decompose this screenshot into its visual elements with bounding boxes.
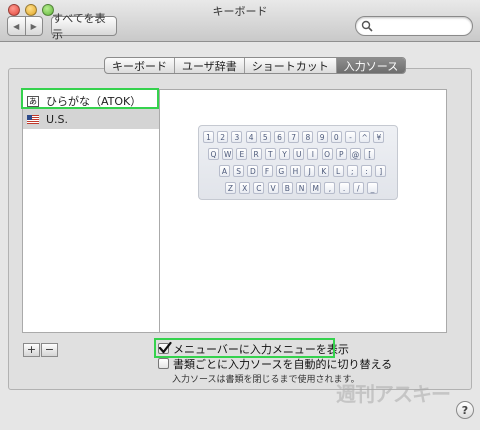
back-forward-control: ◀ ▶ <box>7 16 43 36</box>
keyboard-key: O <box>321 148 333 160</box>
tab-input-sources[interactable]: 入力ソース <box>335 58 406 73</box>
help-button[interactable]: ? <box>456 401 474 419</box>
keyboard-key: F <box>261 165 273 177</box>
keyboard-key: 3 <box>231 131 243 143</box>
keyboard-key: U <box>293 148 305 160</box>
keyboard-key: @ <box>350 148 361 160</box>
keyboard-key: T <box>264 148 276 160</box>
keyboard-key: S <box>233 165 245 177</box>
keyboard-key: 5 <box>259 131 271 143</box>
keyboard-key: C <box>253 182 265 194</box>
keyboard-key: V <box>267 182 279 194</box>
keyboard-layout-preview: 1 2 3 4 5 6 7 8 9 0- ^ ¥ Q W E R T Y U I O P @[ A S D F G H J K L;:] Z X C… <box>198 125 398 200</box>
keyboard-key: Y <box>279 148 290 160</box>
keyboard-key: I <box>307 148 319 160</box>
keyboard-key: ; <box>346 165 358 177</box>
keyboard-key: X <box>239 182 251 194</box>
list-item-us[interactable]: U.S. <box>23 109 159 129</box>
keyboard-key: P <box>335 148 347 160</box>
keyboard-key: A <box>219 165 230 177</box>
keyboard-key: : <box>361 165 372 177</box>
tab-bar: キーボード ユーザ辞書 ショートカット 入力ソース <box>104 57 407 74</box>
keyboard-key: J <box>304 165 316 177</box>
keyboard-key: [ <box>364 148 376 160</box>
keyboard-key: 0 <box>330 131 342 143</box>
tab-keyboard[interactable]: キーボード <box>105 58 174 73</box>
keyboard-key: L <box>332 165 344 177</box>
search-icon <box>361 20 373 32</box>
keyboard-key: 8 <box>302 131 314 143</box>
keyboard-key: B <box>281 182 293 194</box>
keyboard-key: D <box>247 165 259 177</box>
keyboard-key: M <box>310 182 322 194</box>
forward-arrow-icon[interactable]: ▶ <box>24 17 43 35</box>
title-bar: キーボード ◀ ▶ すべてを表示 <box>0 0 480 42</box>
watermark: 週刊アスキー <box>336 382 451 406</box>
keyboard-key: K <box>318 165 330 177</box>
back-arrow-icon[interactable]: ◀ <box>8 17 25 35</box>
keyboard-key: R <box>250 148 262 160</box>
highlight-frame <box>21 88 159 109</box>
keyboard-key: 6 <box>274 131 285 143</box>
keyboard-key: ¥ <box>373 131 385 143</box>
keyboard-key: E <box>236 148 248 160</box>
keyboard-key: N <box>296 182 307 194</box>
keyboard-key: H <box>290 165 301 177</box>
keyboard-key: W <box>222 148 234 160</box>
keyboard-key: Z <box>225 182 236 194</box>
search-input[interactable] <box>355 16 473 36</box>
keyboard-key: 2 <box>217 131 229 143</box>
tab-user-dictionary[interactable]: ユーザ辞書 <box>174 58 244 73</box>
keyboard-key: 1 <box>203 131 214 143</box>
keyboard-key: . <box>338 182 350 194</box>
keyboard-key: ] <box>375 165 387 177</box>
keyboard-key: 7 <box>288 131 300 143</box>
tab-shortcuts[interactable]: ショートカット <box>243 58 336 73</box>
keyboard-key: G <box>275 165 287 177</box>
keyboard-key: , <box>324 182 336 194</box>
list-item-label: U.S. <box>46 112 69 126</box>
auto-switch-note: 入力ソースは書類を閉じるまで使用されます。 <box>172 375 360 385</box>
us-flag-icon <box>27 114 39 125</box>
remove-source-button[interactable]: − <box>41 343 58 357</box>
keyboard-key: - <box>345 131 356 143</box>
keyboard-key: _ <box>367 182 378 194</box>
show-all-button[interactable]: すべてを表示 <box>51 12 117 41</box>
keyboard-key: 9 <box>316 131 328 143</box>
auto-switch-checkbox[interactable] <box>158 358 169 369</box>
keyboard-key: ^ <box>359 131 371 143</box>
auto-switch-label: 書類ごとに入力ソースを自動的に切り替える <box>173 357 393 371</box>
keyboard-key: 4 <box>245 131 257 143</box>
keyboard-key: Q <box>208 148 219 160</box>
input-source-list[interactable]: あ ひらがな（ATOK） U.S. <box>22 89 160 333</box>
auto-switch-option[interactable]: 書類ごとに入力ソースを自動的に切り替える <box>158 356 392 371</box>
add-source-button[interactable]: + <box>23 343 40 357</box>
keyboard-key: / <box>352 182 364 194</box>
